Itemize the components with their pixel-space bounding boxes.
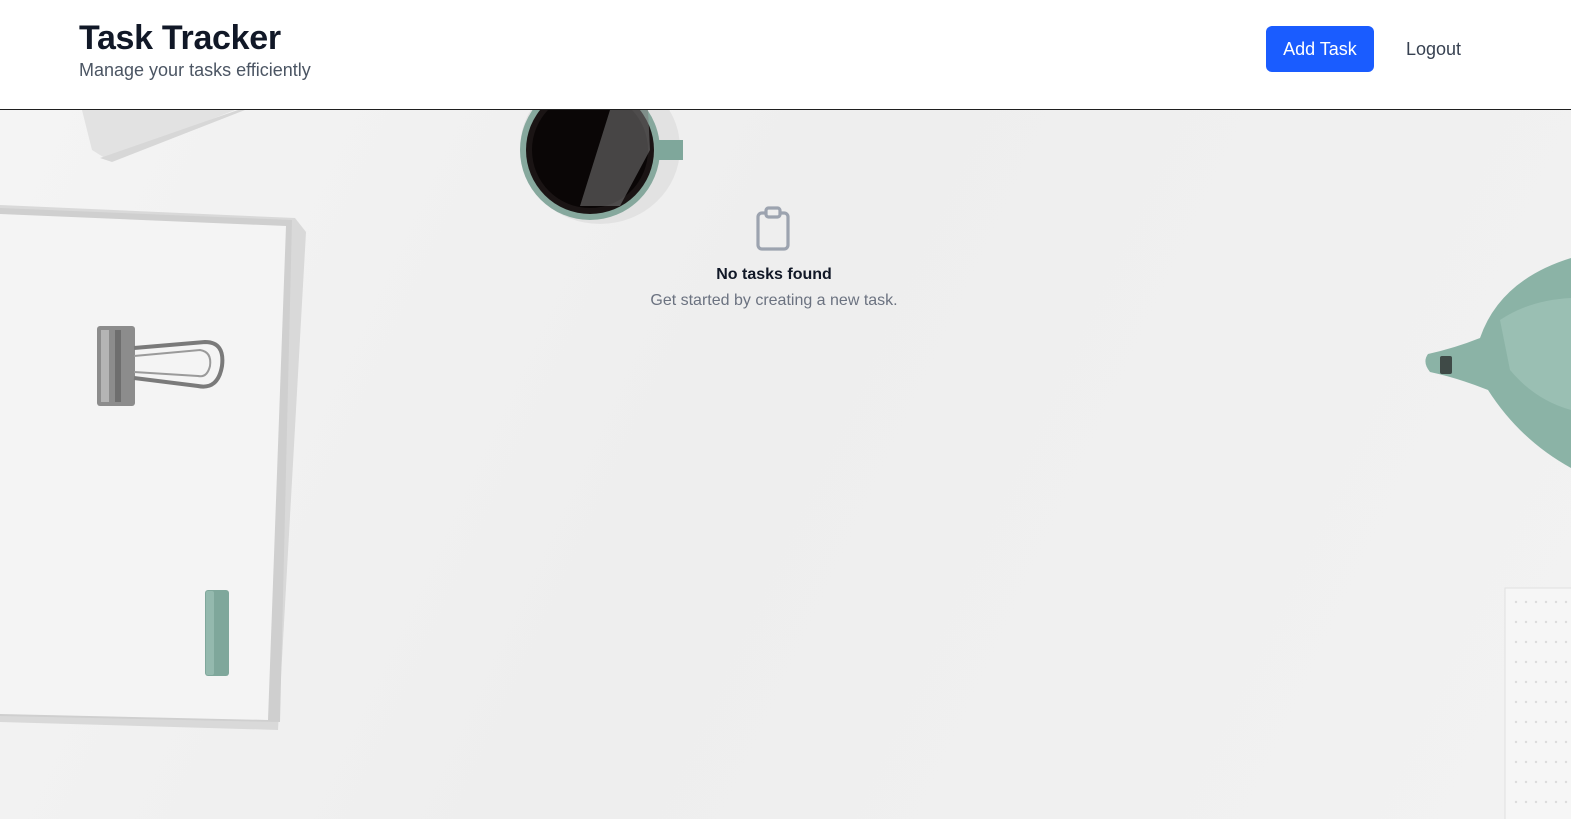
task-list-area: No tasks found Get started by creating a… (0, 110, 1571, 819)
header-actions: Add Task Logout (1265, 26, 1461, 72)
add-task-button[interactable]: Add Task (1265, 26, 1374, 72)
empty-state: No tasks found Get started by creating a… (574, 206, 974, 310)
app-header: Task Tracker Manage your tasks efficient… (0, 0, 1571, 110)
clipboard-icon (756, 206, 790, 251)
empty-state-title: No tasks found (716, 266, 832, 283)
brand: Task Tracker Manage your tasks efficient… (79, 18, 311, 81)
logout-button[interactable]: Logout (1406, 39, 1461, 60)
app-subtitle: Manage your tasks efficiently (79, 60, 311, 80)
empty-state-description: Get started by creating a new task. (650, 292, 898, 309)
app-title: Task Tracker (79, 19, 281, 57)
